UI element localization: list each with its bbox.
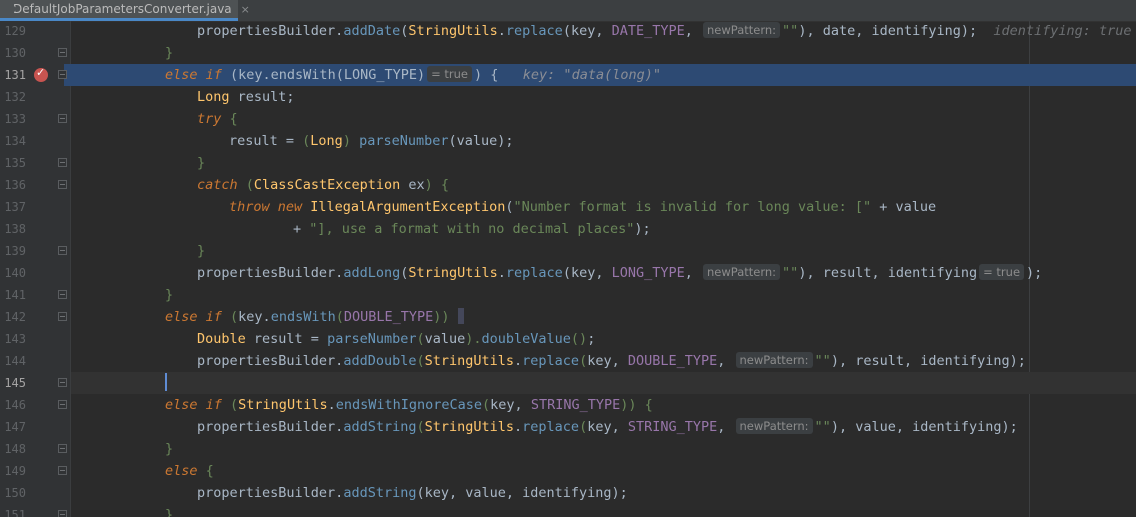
fold-icon[interactable] bbox=[58, 158, 67, 167]
code-editor[interactable]: 129 propertiesBuilder.addDate(StringUtil… bbox=[0, 20, 1136, 517]
editor-tab-active[interactable]: DefaultJobParametersConverter.java × bbox=[0, 0, 250, 21]
code-text: else if (key.endsWith(DOUBLE_TYPE)) bbox=[165, 306, 464, 328]
value-hint: = true bbox=[427, 66, 473, 82]
code-line: 151 } bbox=[0, 504, 1136, 517]
line-number: 136 bbox=[4, 178, 26, 192]
fold-icon[interactable] bbox=[58, 378, 67, 387]
code-text: } bbox=[165, 507, 174, 517]
line-number: 138 bbox=[4, 222, 26, 236]
fold-icon[interactable] bbox=[58, 70, 67, 79]
fold-icon[interactable] bbox=[58, 246, 67, 255]
param-hint: newPattern: bbox=[735, 352, 813, 368]
brace-match-marker bbox=[457, 308, 464, 324]
code-line-caret: 145 bbox=[0, 372, 1136, 394]
debug-inline-value: identifying: true bbox=[993, 23, 1132, 39]
code-text: propertiesBuilder.addString(key, value, … bbox=[197, 485, 628, 501]
line-number: 129 bbox=[4, 24, 26, 38]
line-number: 140 bbox=[4, 266, 26, 280]
line-number: 130 bbox=[4, 46, 26, 60]
code-text bbox=[165, 372, 167, 394]
code-line: 147 propertiesBuilder.addString(StringUt… bbox=[0, 416, 1136, 438]
param-hint: newPattern: bbox=[735, 418, 813, 434]
line-number: 133 bbox=[4, 112, 26, 126]
code-text: Double result = parseNumber(value).doubl… bbox=[197, 331, 596, 347]
code-text: propertiesBuilder.addString(StringUtils.… bbox=[197, 418, 1018, 435]
code-line: 141 } bbox=[0, 284, 1136, 306]
fold-icon[interactable] bbox=[58, 510, 67, 517]
breakpoint-icon[interactable] bbox=[34, 66, 48, 82]
fold-icon[interactable] bbox=[58, 180, 67, 189]
code-text: propertiesBuilder.addDouble(StringUtils.… bbox=[197, 352, 1026, 369]
close-icon[interactable]: × bbox=[241, 3, 250, 16]
line-number: 149 bbox=[4, 464, 26, 478]
code-line: 134 result = (Long) parseNumber(value); bbox=[0, 130, 1136, 152]
code-text: catch (ClassCastException ex) { bbox=[197, 177, 450, 193]
code-text: } bbox=[165, 441, 174, 457]
code-text: else { bbox=[165, 463, 214, 479]
line-number: 144 bbox=[4, 354, 26, 368]
tab-file-name: DefaultJobParametersConverter.java bbox=[13, 2, 232, 16]
line-number: 134 bbox=[4, 134, 26, 148]
code-text: try { bbox=[197, 111, 238, 127]
code-line: 139 } bbox=[0, 240, 1136, 262]
code-text: + "], use a format with no decimal place… bbox=[293, 221, 651, 237]
line-number: 150 bbox=[4, 486, 26, 500]
param-hint: newPattern: bbox=[703, 264, 781, 280]
line-number: 135 bbox=[4, 156, 26, 170]
code-line: 148 } bbox=[0, 438, 1136, 460]
line-number: 132 bbox=[4, 90, 26, 104]
code-text: result = (Long) parseNumber(value); bbox=[229, 133, 514, 149]
code-text: else if (key.endsWith(LONG_TYPE) = true) … bbox=[165, 66, 661, 83]
fold-icon[interactable] bbox=[58, 444, 67, 453]
fold-icon[interactable] bbox=[58, 466, 67, 475]
line-number: 146 bbox=[4, 398, 26, 412]
code-text: Long result; bbox=[197, 89, 295, 105]
code-text: throw new IllegalArgumentException("Numb… bbox=[229, 199, 937, 215]
code-text: else if (StringUtils.endsWithIgnoreCase(… bbox=[165, 397, 653, 413]
code-line: 133 try { bbox=[0, 108, 1136, 130]
code-line: 144 propertiesBuilder.addDouble(StringUt… bbox=[0, 350, 1136, 372]
code-text: propertiesBuilder.addLong(StringUtils.re… bbox=[197, 264, 1043, 281]
line-number: 148 bbox=[4, 442, 26, 456]
value-hint: = true bbox=[979, 264, 1025, 280]
line-number: 147 bbox=[4, 420, 26, 434]
code-line: 143 Double result = parseNumber(value).d… bbox=[0, 328, 1136, 350]
fold-icon[interactable] bbox=[58, 290, 67, 299]
line-number: 141 bbox=[4, 288, 26, 302]
code-text: } bbox=[197, 155, 206, 171]
code-text: } bbox=[165, 45, 174, 61]
code-line: 146 else if (StringUtils.endsWithIgnoreC… bbox=[0, 394, 1136, 416]
code-text: } bbox=[197, 243, 206, 259]
code-line: 135 } bbox=[0, 152, 1136, 174]
code-line: 136 catch (ClassCastException ex) { bbox=[0, 174, 1136, 196]
fold-icon[interactable] bbox=[58, 48, 67, 57]
code-line: 149 else { bbox=[0, 460, 1136, 482]
code-line: 132 Long result; bbox=[0, 86, 1136, 108]
fold-icon[interactable] bbox=[58, 400, 67, 409]
code-line: 150 propertiesBuilder.addString(key, val… bbox=[0, 482, 1136, 504]
line-number: 151 bbox=[4, 508, 26, 517]
code-line: 140 propertiesBuilder.addLong(StringUtil… bbox=[0, 262, 1136, 284]
code-line: 137 throw new IllegalArgumentException("… bbox=[0, 196, 1136, 218]
code-line: 142 else if (key.endsWith(DOUBLE_TYPE)) bbox=[0, 306, 1136, 328]
code-text: } bbox=[165, 287, 174, 303]
line-number: 137 bbox=[4, 200, 26, 214]
line-number: 143 bbox=[4, 332, 26, 346]
line-number: 145 bbox=[4, 376, 26, 390]
code-line: 138 + "], use a format with no decimal p… bbox=[0, 218, 1136, 240]
text-caret bbox=[165, 373, 167, 391]
code-line: 129 propertiesBuilder.addDate(StringUtil… bbox=[0, 20, 1136, 42]
line-number: 131 bbox=[4, 68, 26, 82]
code-line-current: 131 else if (key.endsWith(LONG_TYPE)= tr… bbox=[0, 64, 1136, 86]
fold-icon[interactable] bbox=[58, 114, 67, 123]
editor-tab-bar: DefaultJobParametersConverter.java × bbox=[0, 0, 1136, 22]
line-number: 142 bbox=[4, 310, 26, 324]
fold-icon[interactable] bbox=[58, 312, 67, 321]
param-hint: newPattern: bbox=[703, 22, 781, 38]
code-line: 130 } bbox=[0, 42, 1136, 64]
line-number: 139 bbox=[4, 244, 26, 258]
debug-inline-value: key: "data(long)" bbox=[522, 67, 661, 83]
code-text: propertiesBuilder.addDate(StringUtils.re… bbox=[197, 22, 1132, 39]
